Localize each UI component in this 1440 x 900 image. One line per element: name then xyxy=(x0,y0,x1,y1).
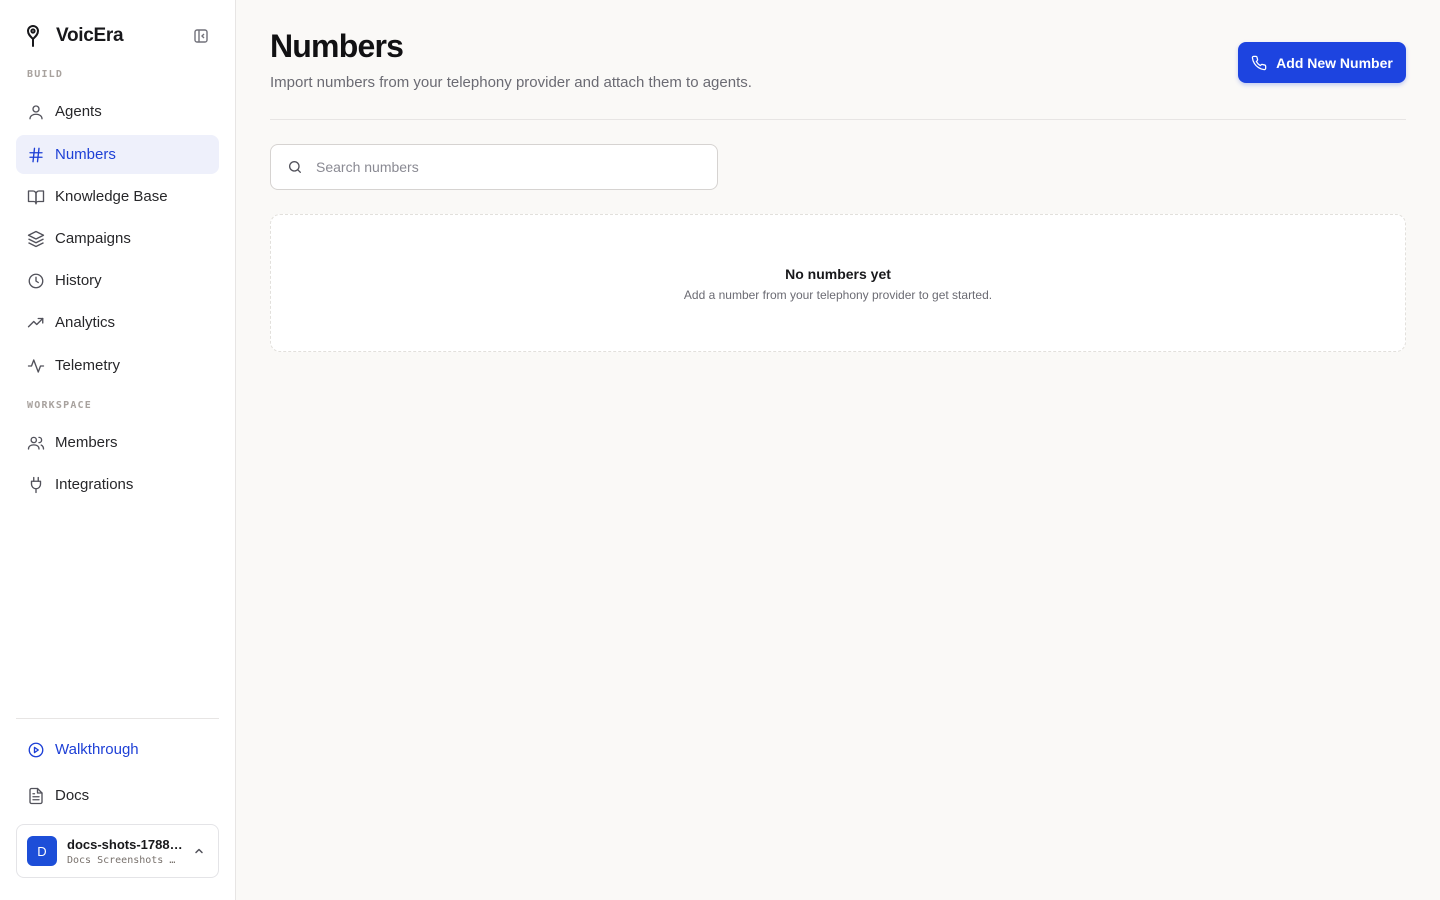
chevron-up-icon xyxy=(192,844,206,858)
collapse-sidebar-icon[interactable] xyxy=(192,27,210,45)
sidebar: VoicEra BUILD Agents Numbers Knowledge B… xyxy=(0,0,236,900)
layers-icon xyxy=(26,229,45,248)
phone-icon xyxy=(1251,55,1267,71)
plug-icon xyxy=(26,475,45,494)
page-subtitle: Import numbers from your telephony provi… xyxy=(270,74,752,91)
sidebar-item-label: Walkthrough xyxy=(55,741,139,758)
page-title: Numbers xyxy=(270,28,404,64)
add-new-number-label: Add New Number xyxy=(1276,54,1393,71)
sidebar-item-label: Agents xyxy=(55,103,102,120)
workspace-subtitle: Docs Screenshots … xyxy=(67,854,176,866)
add-new-number-button[interactable]: Add New Number xyxy=(1238,42,1406,83)
clock-icon xyxy=(26,271,45,290)
sidebar-item-label: History xyxy=(55,272,102,289)
sidebar-item-integrations[interactable]: Integrations xyxy=(16,465,219,504)
search-box[interactable] xyxy=(270,144,718,190)
user-icon xyxy=(26,102,45,121)
play-circle-icon xyxy=(26,740,45,759)
sidebar-item-campaigns[interactable]: Campaigns xyxy=(16,219,219,258)
workspace-name: docs-shots-1788… xyxy=(67,836,183,852)
header-divider xyxy=(270,119,1406,120)
hash-icon xyxy=(26,145,45,164)
users-icon xyxy=(26,433,45,452)
sidebar-item-label: Campaigns xyxy=(55,230,131,247)
workspace-avatar: D xyxy=(27,836,57,866)
sidebar-item-docs[interactable]: Docs xyxy=(16,776,219,815)
empty-state: No numbers yet Add a number from your te… xyxy=(270,214,1406,352)
sidebar-divider xyxy=(16,718,219,719)
sidebar-item-label: Telemetry xyxy=(55,357,121,374)
empty-state-description: Add a number from your telephony provide… xyxy=(683,288,993,302)
sidebar-item-history[interactable]: History xyxy=(16,261,219,300)
sidebar-item-label: Members xyxy=(55,434,118,451)
brand[interactable]: VoicEra xyxy=(22,22,218,50)
sidebar-item-analytics[interactable]: Analytics xyxy=(16,303,219,342)
sidebar-item-knowledge-base[interactable]: Knowledge Base xyxy=(16,177,219,216)
sidebar-item-label: Analytics xyxy=(55,314,116,331)
section-label-workspace: WORKSPACE xyxy=(27,400,92,411)
sidebar-item-label: Knowledge Base xyxy=(55,188,168,205)
empty-state-title: No numbers yet xyxy=(785,266,891,282)
sidebar-item-numbers[interactable]: Numbers xyxy=(16,135,219,174)
trending-up-icon xyxy=(26,313,45,332)
sidebar-item-agents[interactable]: Agents xyxy=(16,92,219,131)
sidebar-item-label: Numbers xyxy=(55,146,116,163)
file-text-icon xyxy=(26,786,45,805)
search-input[interactable] xyxy=(316,159,696,175)
sidebar-item-members[interactable]: Members xyxy=(16,423,219,462)
section-label-build: BUILD xyxy=(27,69,64,80)
search-icon xyxy=(287,159,303,175)
sidebar-item-label: Docs xyxy=(55,787,90,804)
workspace-switcher[interactable]: D docs-shots-1788… Docs Screenshots … xyxy=(16,824,219,878)
app-name: VoicEra xyxy=(56,25,124,46)
book-icon xyxy=(26,187,45,206)
sidebar-item-label: Integrations xyxy=(55,476,134,493)
sidebar-item-telemetry[interactable]: Telemetry xyxy=(16,346,219,385)
microphone-logo-icon xyxy=(22,23,44,49)
activity-icon xyxy=(26,356,45,375)
sidebar-item-walkthrough[interactable]: Walkthrough xyxy=(16,730,219,769)
